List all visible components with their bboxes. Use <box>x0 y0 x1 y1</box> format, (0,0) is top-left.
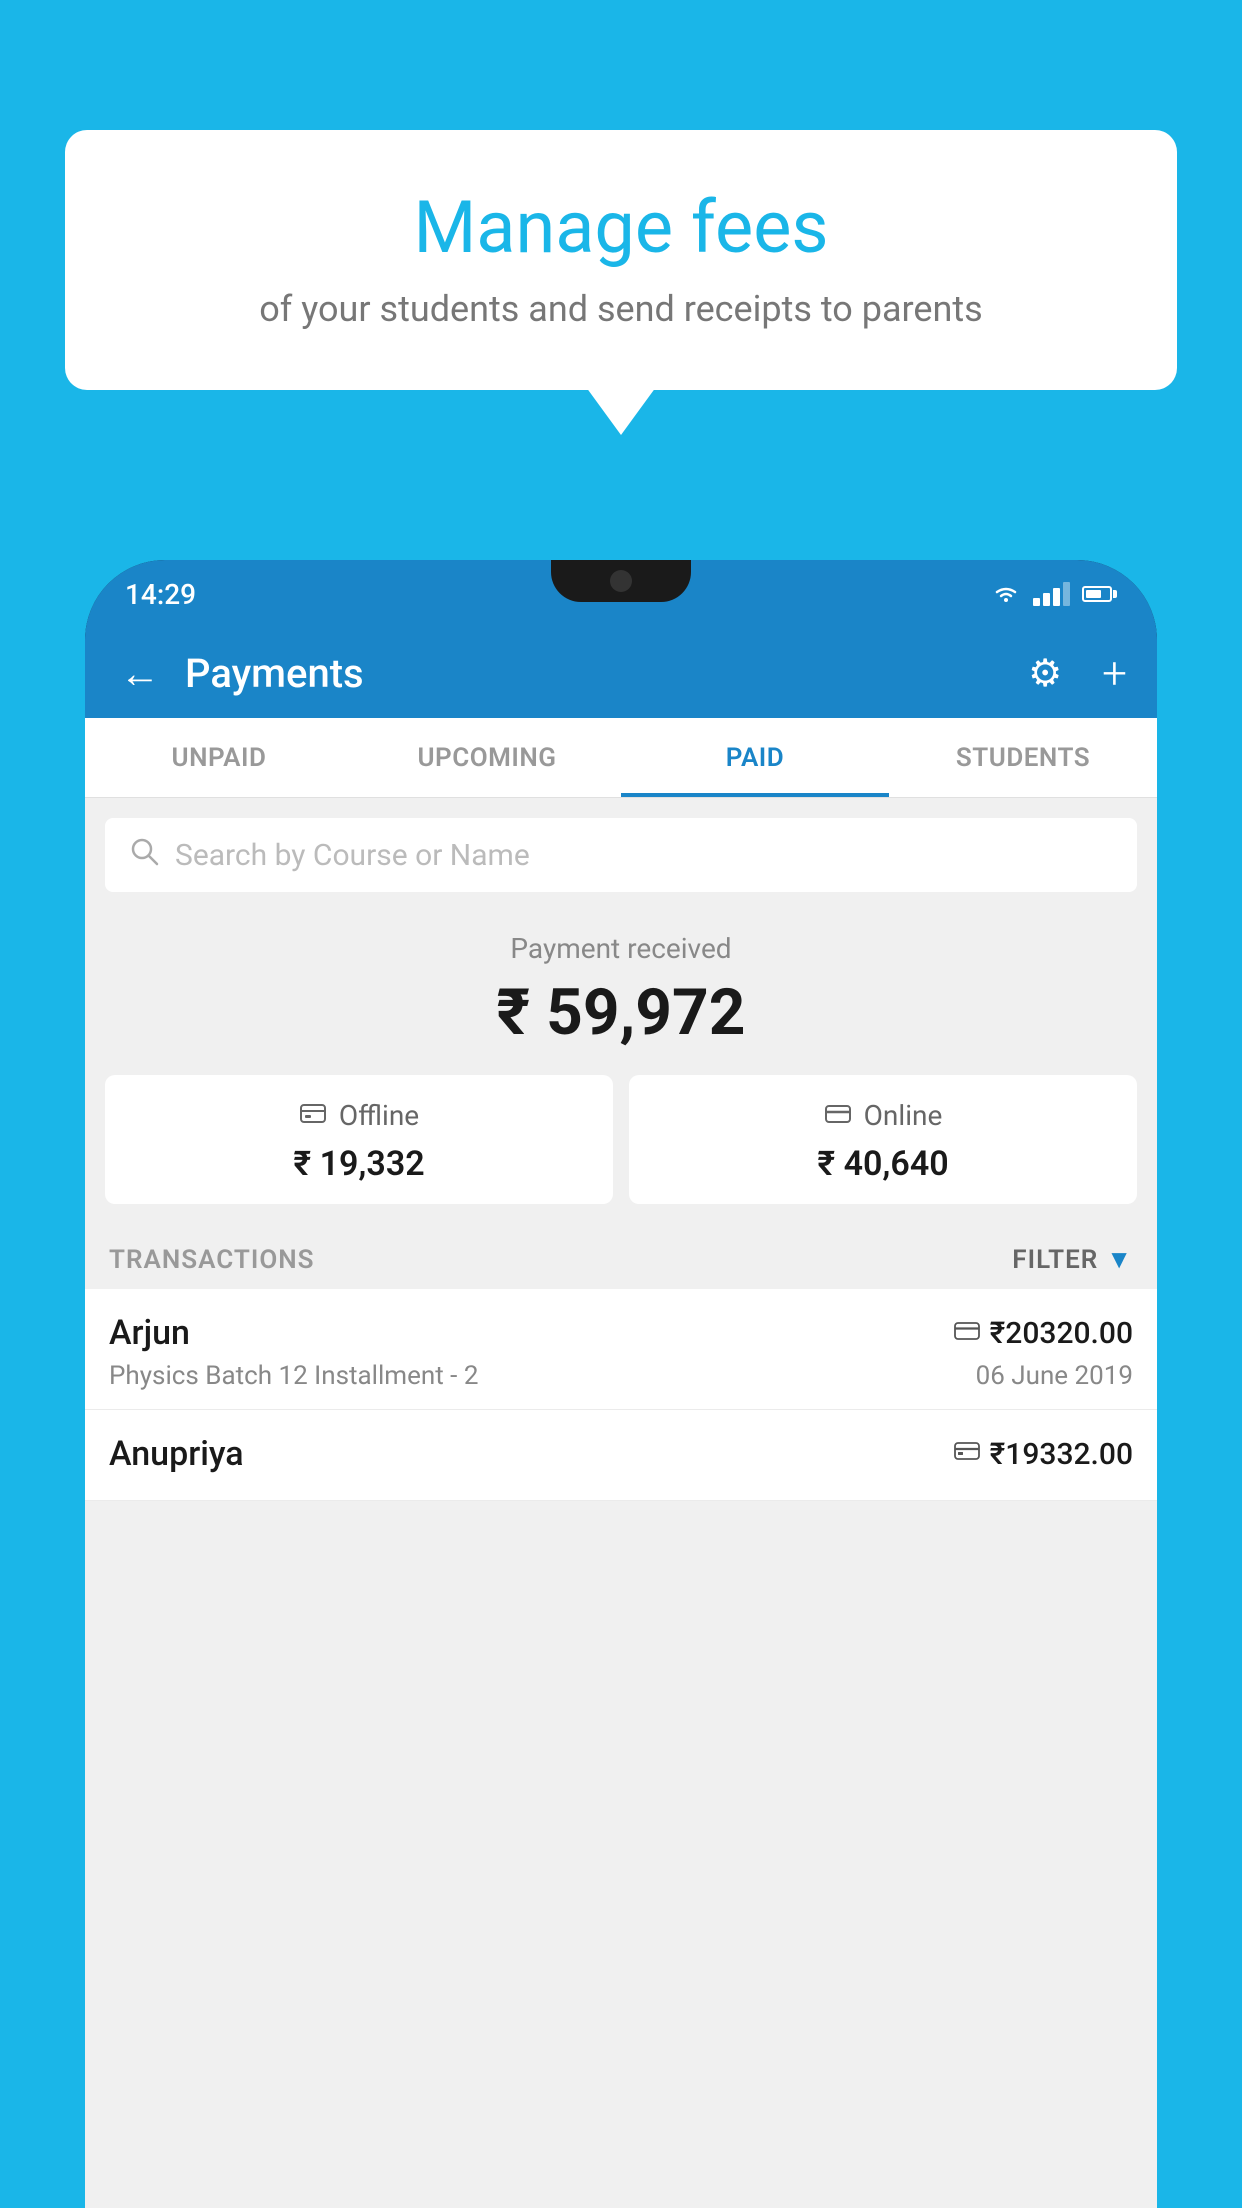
transaction-amount: ₹20320.00 <box>990 1316 1133 1351</box>
transaction-row-top: Arjun ₹20320.00 <box>109 1313 1133 1353</box>
payment-total-amount: ₹ 59,972 <box>105 975 1137 1050</box>
online-amount: ₹ 40,640 <box>649 1144 1117 1184</box>
offline-label: Offline <box>339 1099 419 1132</box>
transaction-date: 06 June 2019 <box>976 1361 1133 1391</box>
offline-header: Offline <box>125 1099 593 1132</box>
header-title: Payments <box>185 650 1008 697</box>
transaction-row-top: Anupriya ₹19332.00 <box>109 1434 1133 1474</box>
offline-amount: ₹ 19,332 <box>125 1144 593 1184</box>
status-time: 14:29 <box>125 578 196 611</box>
payment-type-icon-offline <box>954 1439 980 1469</box>
bubble-title: Manage fees <box>125 185 1117 270</box>
transaction-amount-wrap: ₹20320.00 <box>954 1316 1133 1351</box>
back-button[interactable]: ← <box>115 645 165 702</box>
tab-unpaid[interactable]: UNPAID <box>85 718 353 797</box>
transactions-header: TRANSACTIONS FILTER ▼ <box>85 1224 1157 1289</box>
transaction-name: Arjun <box>109 1313 190 1353</box>
transaction-description: Physics Batch 12 Installment - 2 <box>109 1361 478 1391</box>
payment-cards: Offline ₹ 19,332 Online <box>105 1075 1137 1204</box>
search-icon <box>129 836 159 874</box>
online-icon <box>824 1099 852 1132</box>
battery-icon <box>1082 586 1117 602</box>
table-row[interactable]: Arjun ₹20320.00 Physics Batch 12 Install… <box>85 1289 1157 1410</box>
offline-card: Offline ₹ 19,332 <box>105 1075 613 1204</box>
online-card: Online ₹ 40,640 <box>629 1075 1137 1204</box>
transaction-amount-wrap: ₹19332.00 <box>954 1437 1133 1472</box>
app-header: ← Payments ⚙ + <box>85 628 1157 718</box>
payment-received-label: Payment received <box>105 932 1137 965</box>
status-icons <box>991 582 1117 606</box>
speech-bubble-container: Manage fees of your students and send re… <box>65 130 1177 390</box>
filter-label: FILTER <box>1012 1245 1098 1275</box>
offline-icon <box>299 1099 327 1132</box>
transactions-label: TRANSACTIONS <box>109 1245 315 1275</box>
payment-type-icon-online <box>954 1318 980 1348</box>
status-bar: 14:29 <box>85 560 1157 628</box>
settings-icon[interactable]: ⚙ <box>1028 651 1062 696</box>
transaction-amount: ₹19332.00 <box>990 1437 1133 1472</box>
tab-upcoming[interactable]: UPCOMING <box>353 718 621 797</box>
phone-screen: UNPAID UPCOMING PAID STUDENTS Search by … <box>85 718 1157 2208</box>
search-bar[interactable]: Search by Course or Name <box>105 818 1137 892</box>
search-input[interactable]: Search by Course or Name <box>175 838 530 873</box>
filter-icon: ▼ <box>1106 1244 1133 1275</box>
transaction-row-bottom: Physics Batch 12 Installment - 2 06 June… <box>109 1361 1133 1391</box>
wifi-icon <box>991 583 1021 605</box>
online-label: Online <box>864 1099 943 1132</box>
tab-students[interactable]: STUDENTS <box>889 718 1157 797</box>
notch <box>551 560 691 602</box>
bubble-subtitle: of your students and send receipts to pa… <box>125 288 1117 330</box>
camera-dot <box>610 570 632 592</box>
table-row[interactable]: Anupriya ₹19332.00 <box>85 1410 1157 1501</box>
filter-button[interactable]: FILTER ▼ <box>1012 1244 1133 1275</box>
add-button[interactable]: + <box>1102 647 1127 699</box>
online-header: Online <box>649 1099 1117 1132</box>
phone-frame: 14:29 <box>85 560 1157 2208</box>
signal-icon <box>1033 582 1070 606</box>
payment-summary: Payment received ₹ 59,972 Offline <box>85 902 1157 1224</box>
tabs-bar: UNPAID UPCOMING PAID STUDENTS <box>85 718 1157 798</box>
speech-bubble: Manage fees of your students and send re… <box>65 130 1177 390</box>
tab-paid[interactable]: PAID <box>621 718 889 797</box>
transaction-list: Arjun ₹20320.00 Physics Batch 12 Install… <box>85 1289 1157 1501</box>
transaction-name: Anupriya <box>109 1434 244 1474</box>
